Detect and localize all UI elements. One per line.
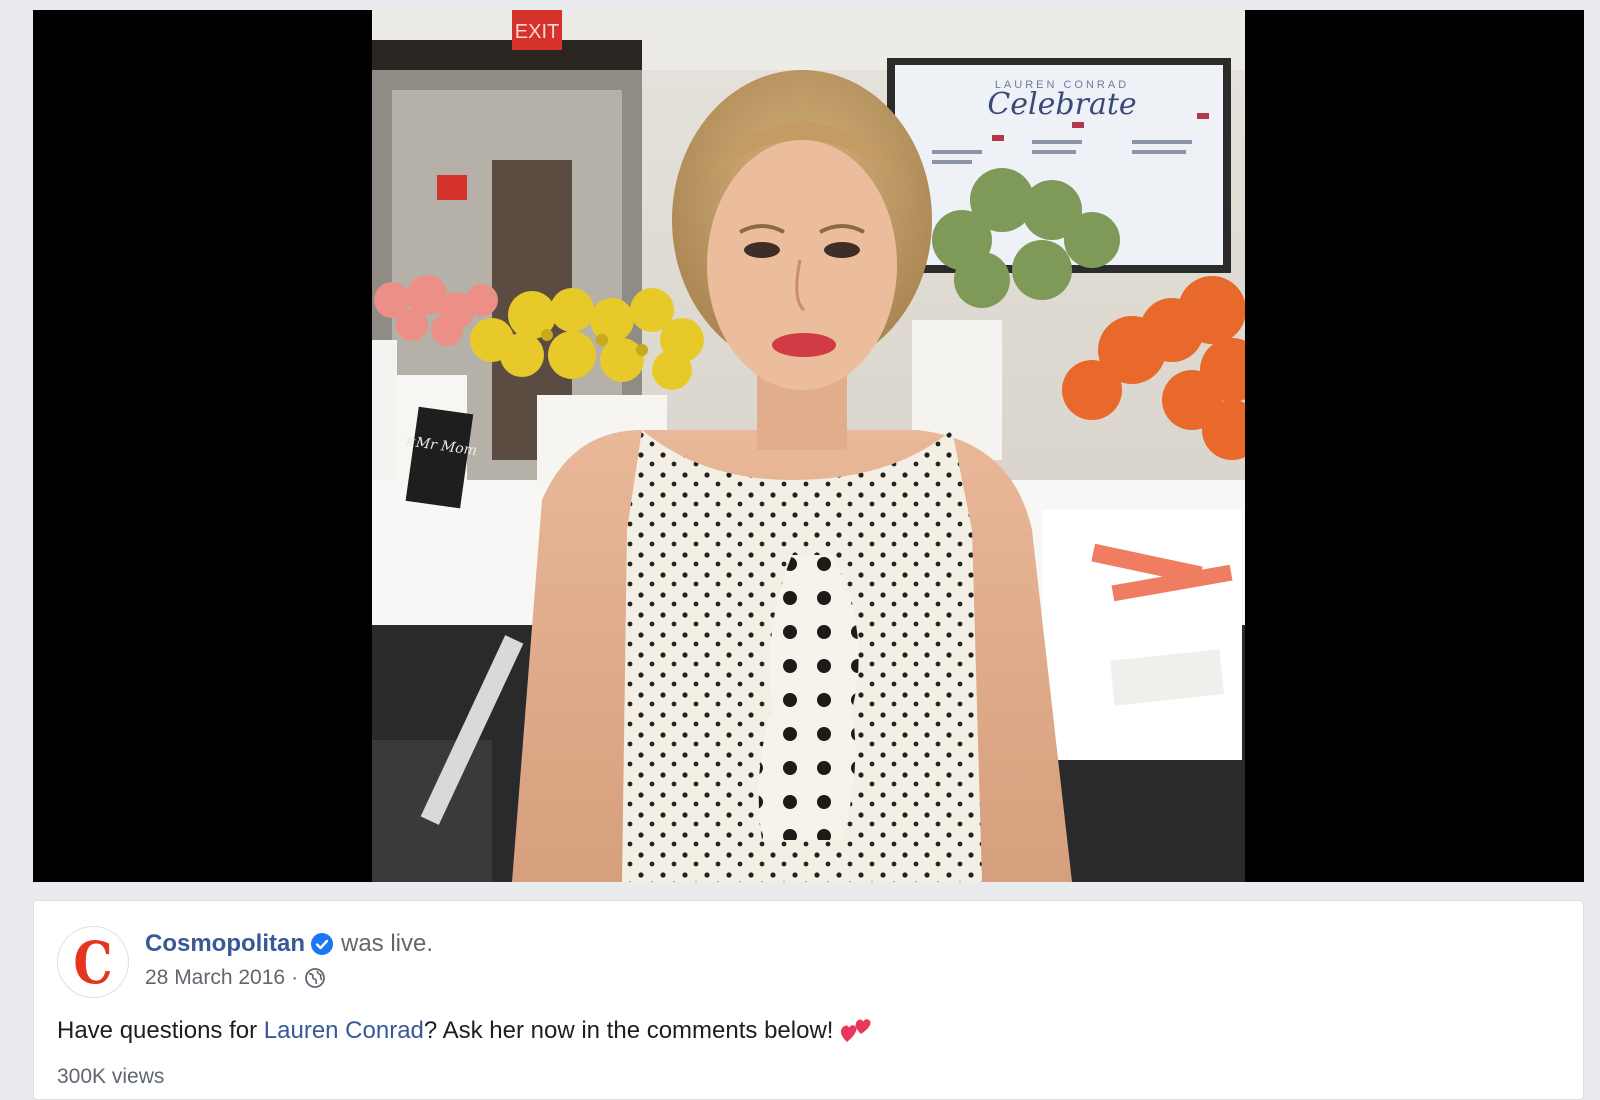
page-avatar[interactable]: C	[57, 926, 129, 998]
globe-icon[interactable]	[304, 967, 326, 989]
mention-link[interactable]: Lauren Conrad	[264, 1017, 424, 1044]
view-count: 300K views	[57, 1065, 165, 1088]
page-name-link[interactable]: Cosmopolitan	[145, 929, 305, 959]
video-player[interactable]: EXIT LAUREN CONRAD Celebrate #Mr Mom	[33, 10, 1584, 882]
post-header: Cosmopolitan was live.	[145, 929, 433, 959]
meta-separator: ·	[291, 966, 299, 989]
post-message: Have questions for Lauren Conrad? Ask he…	[57, 1014, 873, 1047]
post-meta: 28 March 2016 ·	[145, 965, 326, 991]
post-text-after: ? Ask her now in the comments below!	[423, 1017, 834, 1044]
video-still-image: EXIT LAUREN CONRAD Celebrate #Mr Mom	[372, 10, 1245, 882]
post-timestamp[interactable]: 28 March 2016	[145, 965, 285, 991]
post-card: C Cosmopolitan was live. 28 March 2016 ·…	[33, 900, 1584, 1100]
verified-badge-icon	[311, 933, 333, 955]
exit-sign-text: EXIT	[515, 21, 559, 43]
cosmopolitan-logo: C	[73, 929, 113, 997]
two-hearts-emoji-icon	[839, 1014, 873, 1044]
post-text-before: Have questions for	[57, 1017, 264, 1044]
video-frame[interactable]: EXIT LAUREN CONRAD Celebrate #Mr Mom	[372, 10, 1245, 882]
post-action-text: was live.	[341, 930, 434, 957]
screen-title-script: Celebrate	[987, 87, 1136, 122]
